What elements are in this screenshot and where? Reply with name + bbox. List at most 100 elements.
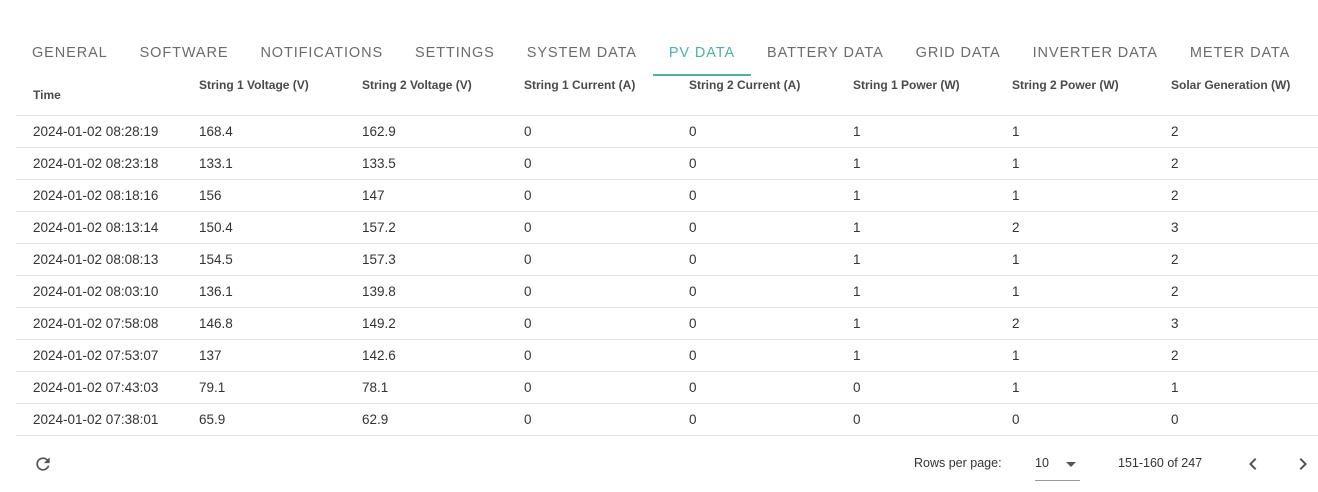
solar-generation-cell: 3 xyxy=(1154,307,1318,340)
string1-voltage-cell: 154.5 xyxy=(182,243,345,276)
solar-generation-cell: 2 xyxy=(1154,179,1318,212)
string1-voltage-cell: 79.1 xyxy=(182,371,345,404)
column-header-string2-current[interactable]: String 2 Current (A) xyxy=(672,76,836,116)
tab-grid-data[interactable]: GRID DATA xyxy=(900,34,1017,76)
time-cell: 2024-01-02 07:53:07 xyxy=(16,339,182,372)
string1-voltage-cell: 65.9 xyxy=(182,403,345,436)
time-cell: 2024-01-02 08:08:13 xyxy=(16,243,182,276)
string1-current-cell: 0 xyxy=(507,211,672,244)
tab-system-data[interactable]: SYSTEM DATA xyxy=(511,34,653,76)
string1-current-cell: 0 xyxy=(507,339,672,372)
string1-power-cell: 1 xyxy=(836,275,995,308)
string2-current-cell: 0 xyxy=(672,243,836,276)
table-row: 2024-01-02 08:08:13 154.5 157.3 0 0 1 1 2 xyxy=(16,243,1318,276)
string2-current-cell: 0 xyxy=(672,275,836,308)
string2-power-cell: 1 xyxy=(995,115,1154,148)
string2-voltage-cell: 157.3 xyxy=(345,243,507,276)
column-header-string2-power[interactable]: String 2 Power (W) xyxy=(995,76,1154,116)
table-header-row: Time String 1 Voltage (V) String 2 Volta… xyxy=(16,76,1318,116)
chevron-down-icon xyxy=(1066,462,1076,467)
string1-voltage-cell: 156 xyxy=(182,179,345,212)
pv-data-table: Time String 1 Voltage (V) String 2 Volta… xyxy=(16,76,1318,436)
rows-per-page-label: Rows per page: xyxy=(914,456,1002,470)
solar-generation-cell: 2 xyxy=(1154,115,1318,148)
time-cell: 2024-01-02 08:23:18 xyxy=(16,147,182,180)
string2-power-cell: 1 xyxy=(995,371,1154,404)
tab-pv-data[interactable]: PV DATA xyxy=(652,34,752,76)
string2-current-cell: 0 xyxy=(672,403,836,436)
string2-voltage-cell: 149.2 xyxy=(345,307,507,340)
time-cell: 2024-01-02 07:58:08 xyxy=(16,307,182,340)
string2-voltage-cell: 78.1 xyxy=(345,371,507,404)
tab-bar: GENERAL SOFTWARE NOTIFICATIONS SETTINGS … xyxy=(16,34,1306,76)
string1-power-cell: 1 xyxy=(836,339,995,372)
tab-meter-data[interactable]: METER DATA xyxy=(1174,34,1306,76)
string2-current-cell: 0 xyxy=(672,211,836,244)
string2-voltage-cell: 157.2 xyxy=(345,211,507,244)
pagination-range: 151-160 of 247 xyxy=(1118,456,1203,470)
column-header-string2-voltage[interactable]: String 2 Voltage (V) xyxy=(345,76,507,116)
tab-inverter-data[interactable]: INVERTER DATA xyxy=(1017,34,1174,76)
refresh-icon[interactable] xyxy=(33,454,53,474)
string1-voltage-cell: 133.1 xyxy=(182,147,345,180)
time-cell: 2024-01-02 08:28:19 xyxy=(16,115,182,148)
solar-generation-cell: 0 xyxy=(1154,403,1318,436)
tab-settings[interactable]: SETTINGS xyxy=(399,34,511,76)
string2-current-cell: 0 xyxy=(672,307,836,340)
time-cell: 2024-01-02 08:03:10 xyxy=(16,275,182,308)
tab-notifications[interactable]: NOTIFICATIONS xyxy=(244,34,399,76)
string1-power-cell: 1 xyxy=(836,147,995,180)
string2-power-cell: 1 xyxy=(995,147,1154,180)
table-row: 2024-01-02 08:03:10 136.1 139.8 0 0 1 1 2 xyxy=(16,275,1318,308)
string1-voltage-cell: 168.4 xyxy=(182,115,345,148)
string1-current-cell: 0 xyxy=(507,179,672,212)
table-row: 2024-01-02 08:13:14 150.4 157.2 0 0 1 2 3 xyxy=(16,211,1318,244)
string1-voltage-cell: 137 xyxy=(182,339,345,372)
string1-current-cell: 0 xyxy=(507,147,672,180)
string2-current-cell: 0 xyxy=(672,371,836,404)
table-row: 2024-01-02 07:38:01 65.9 62.9 0 0 0 0 0 xyxy=(16,403,1318,436)
time-cell: 2024-01-02 07:38:01 xyxy=(16,403,182,436)
time-cell: 2024-01-02 08:18:16 xyxy=(16,179,182,212)
string1-voltage-cell: 146.8 xyxy=(182,307,345,340)
tab-battery-data[interactable]: BATTERY DATA xyxy=(751,34,900,76)
table-row: 2024-01-02 07:58:08 146.8 149.2 0 0 1 2 3 xyxy=(16,307,1318,340)
tab-software[interactable]: SOFTWARE xyxy=(124,34,245,76)
column-header-string1-voltage[interactable]: String 1 Voltage (V) xyxy=(182,76,345,116)
string1-power-cell: 1 xyxy=(836,179,995,212)
string1-voltage-cell: 136.1 xyxy=(182,275,345,308)
string2-power-cell: 2 xyxy=(995,307,1154,340)
solar-generation-cell: 1 xyxy=(1154,371,1318,404)
table-row: 2024-01-02 07:53:07 137 142.6 0 0 1 1 2 xyxy=(16,339,1318,372)
string1-power-cell: 1 xyxy=(836,211,995,244)
column-header-solar-generation[interactable]: Solar Generation (W) xyxy=(1154,76,1318,116)
time-cell: 2024-01-02 08:13:14 xyxy=(16,211,182,244)
string2-current-cell: 0 xyxy=(672,115,836,148)
string2-voltage-cell: 133.5 xyxy=(345,147,507,180)
column-header-string1-power[interactable]: String 1 Power (W) xyxy=(836,76,995,116)
column-header-string1-current[interactable]: String 1 Current (A) xyxy=(507,76,672,116)
solar-generation-cell: 2 xyxy=(1154,147,1318,180)
solar-generation-cell: 2 xyxy=(1154,243,1318,276)
chevron-right-icon[interactable] xyxy=(1291,452,1315,476)
string2-voltage-cell: 62.9 xyxy=(345,403,507,436)
string1-current-cell: 0 xyxy=(507,275,672,308)
string2-current-cell: 0 xyxy=(672,339,836,372)
rows-per-page-value: 10 xyxy=(1035,456,1049,470)
string1-voltage-cell: 150.4 xyxy=(182,211,345,244)
column-header-time[interactable]: Time xyxy=(16,76,182,116)
string1-power-cell: 1 xyxy=(836,307,995,340)
table-footer: Rows per page: 10 151-160 of 247 xyxy=(16,446,1318,486)
string1-current-cell: 0 xyxy=(507,243,672,276)
string2-power-cell: 1 xyxy=(995,275,1154,308)
string2-voltage-cell: 142.6 xyxy=(345,339,507,372)
string1-power-cell: 1 xyxy=(836,115,995,148)
chevron-left-icon[interactable] xyxy=(1241,452,1265,476)
string2-power-cell: 0 xyxy=(995,403,1154,436)
string1-power-cell: 1 xyxy=(836,243,995,276)
string1-current-cell: 0 xyxy=(507,371,672,404)
string2-power-cell: 1 xyxy=(995,339,1154,372)
table-row: 2024-01-02 07:43:03 79.1 78.1 0 0 0 1 1 xyxy=(16,371,1318,404)
tab-general[interactable]: GENERAL xyxy=(16,34,124,76)
rows-per-page-select[interactable]: 10 xyxy=(1035,448,1080,481)
